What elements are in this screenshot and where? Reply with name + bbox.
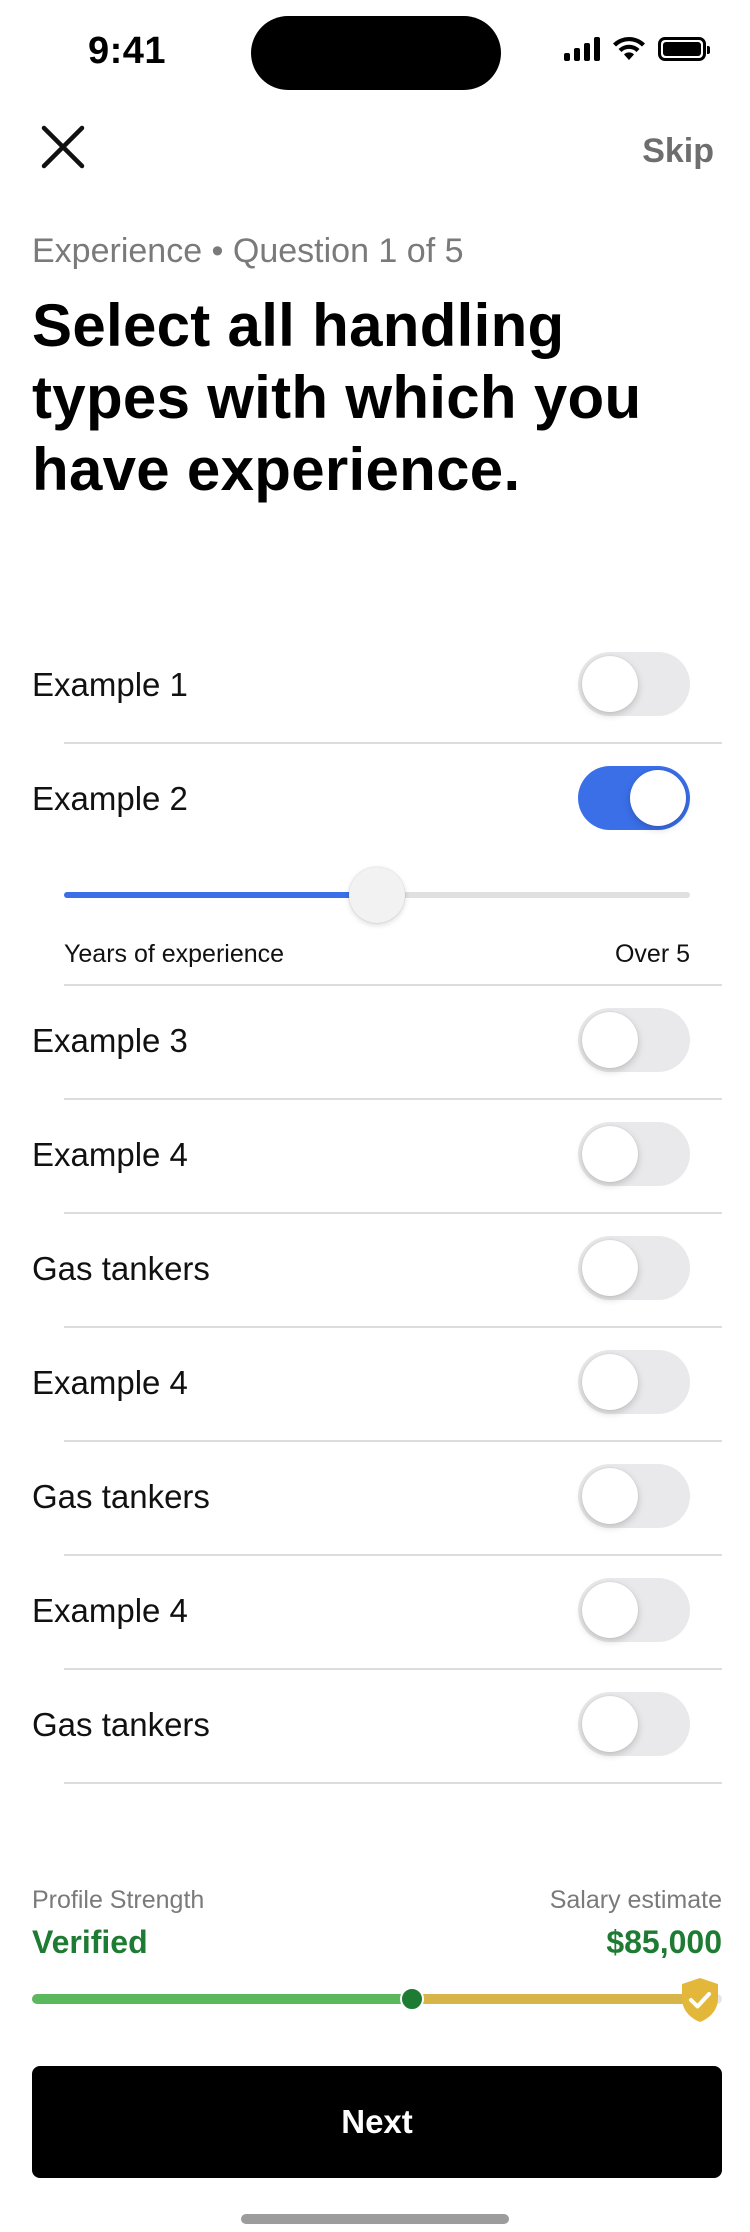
option-label: Example 4 [32,1364,188,1401]
shield-check-icon [682,1978,718,2022]
question-title: Select all handling types with which you… [32,292,642,503]
status-icons [564,36,710,62]
next-button[interactable]: Next [32,2066,722,2178]
toggle-knob [582,1012,638,1068]
option-toggle[interactable] [578,1122,690,1186]
option-label: Gas tankers [32,1250,210,1287]
option-row: Gas tankers [32,1442,722,1556]
question-progress-label: Experience • Question 1 of 5 [32,232,464,270]
options-list: Example 1 Example 2 Years of experience … [0,630,750,1784]
dynamic-island [251,16,501,90]
strength-bar-salary-fill [411,1994,695,2004]
option-row: Gas tankers [32,1214,722,1328]
battery-icon [658,37,710,61]
option-toggle[interactable] [578,1464,690,1528]
status-bar: 9:41 [0,0,750,108]
toggle-knob [630,770,686,826]
home-indicator [241,2214,509,2224]
wifi-icon [613,37,645,60]
toggle-knob [582,1240,638,1296]
toggle-knob [582,1696,638,1752]
option-toggle[interactable] [578,1008,690,1072]
status-time: 9:41 [88,30,167,72]
toggle-knob [582,1126,638,1182]
close-icon [41,125,85,169]
slider-track-fill [64,892,377,898]
profile-strength-bar [32,1987,722,2011]
option-toggle[interactable] [578,652,690,716]
option-label: Example 1 [32,666,188,703]
option-label: Example 4 [32,1136,188,1173]
strength-bar-marker [399,1987,424,2011]
experience-slider[interactable] [64,867,690,923]
salary-estimate-label: Salary estimate [549,1886,722,1914]
option-row: Gas tankers [32,1670,722,1784]
slider-value: Over 5 [614,940,690,968]
option-row: Example 3 [32,986,722,1100]
close-button[interactable] [36,120,90,174]
option-toggle[interactable] [578,1578,690,1642]
option-row: Example 1 [32,630,722,744]
option-toggle[interactable] [578,1350,690,1414]
option-label: Example 4 [32,1592,188,1629]
option-row: Example 4 [32,1100,722,1214]
option-label: Example 3 [32,1022,188,1059]
slider-label: Years of experience [64,940,285,968]
toggle-knob [582,1468,638,1524]
option-label: Example 2 [32,780,188,817]
option-row: Example 4 [32,1328,722,1442]
option-label: Gas tankers [32,1478,210,1515]
option-label: Gas tankers [32,1706,210,1743]
option-toggle[interactable] [578,766,690,830]
option-toggle[interactable] [578,1692,690,1756]
slider-thumb[interactable] [349,867,405,923]
option-toggle[interactable] [578,1236,690,1300]
strength-bar-verified-fill [32,1994,412,2004]
toggle-knob [582,1582,638,1638]
option-row: Example 4 [32,1556,722,1670]
toggle-knob [582,1354,638,1410]
cellular-signal-icon [564,37,600,61]
profile-strength-value: Verified [32,1924,148,1960]
option-row-expanded: Example 2 Years of experience Over 5 [32,744,722,986]
skip-button[interactable]: Skip [642,132,714,171]
profile-strength-label: Profile Strength [32,1886,205,1914]
salary-estimate-value: $85,000 [606,1924,722,1960]
toggle-knob [582,656,638,712]
